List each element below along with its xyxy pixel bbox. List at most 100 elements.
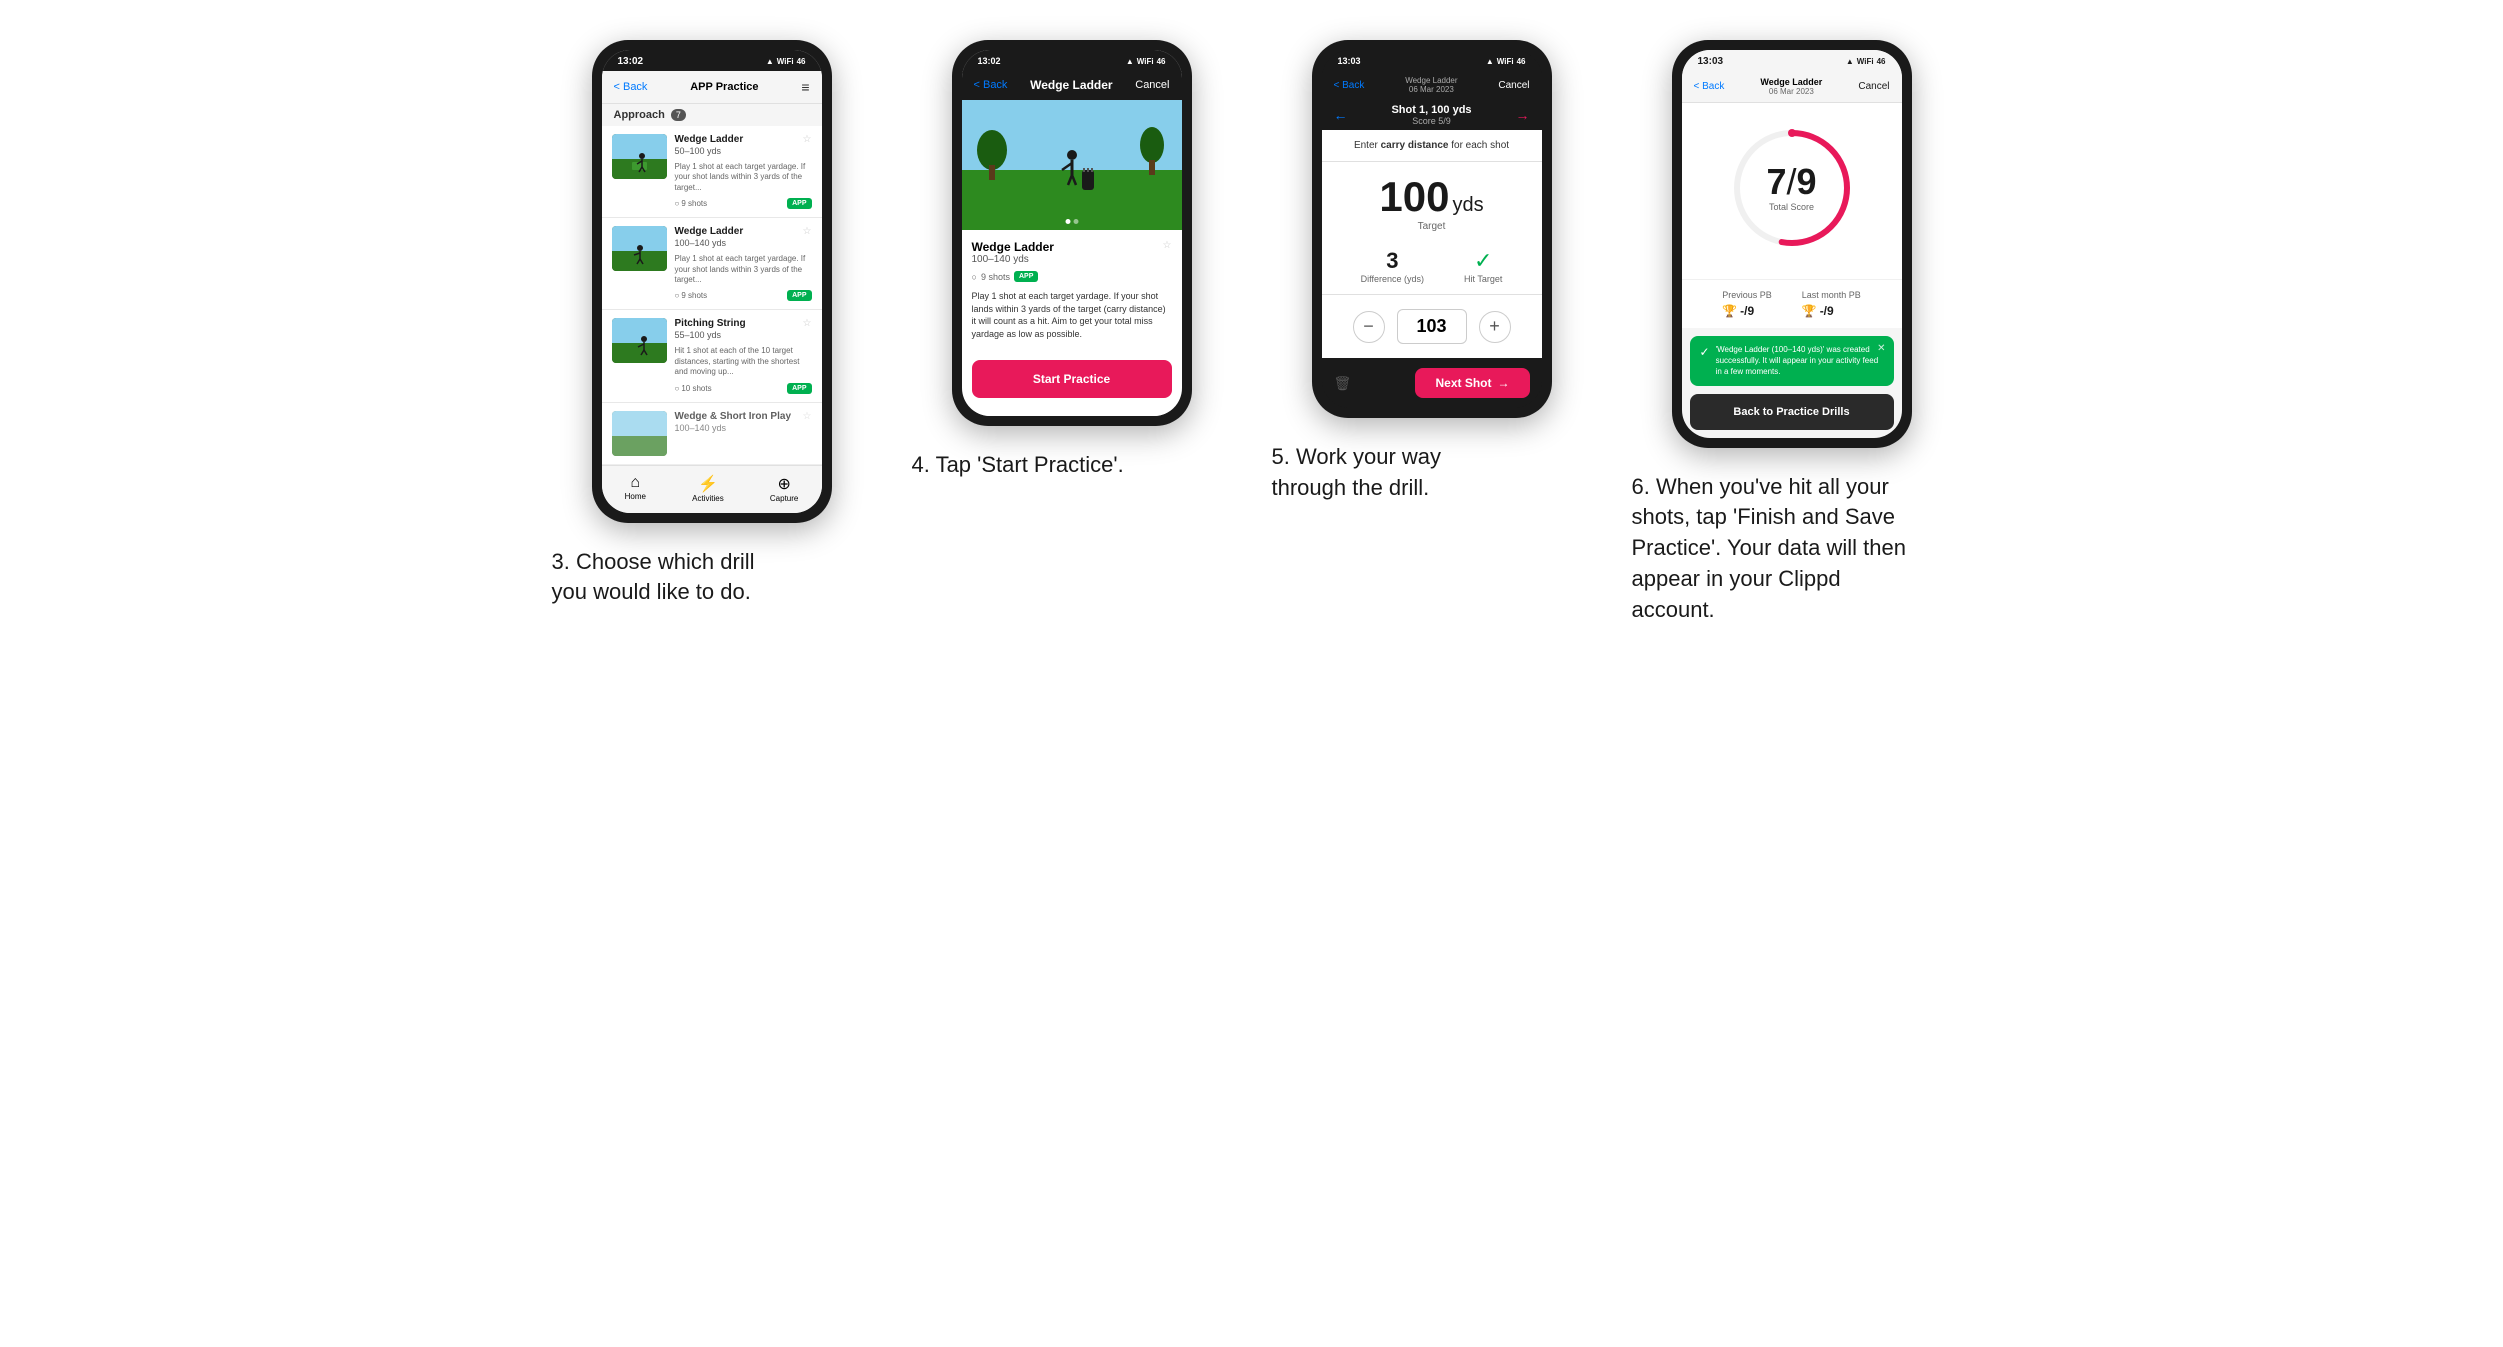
nav-center-3: Wedge Ladder 06 Mar 2023 [1405, 76, 1457, 94]
drill-item-4[interactable]: Wedge & Short Iron Play 100–140 yds ☆ [602, 403, 822, 465]
star-icon-2[interactable]: ☆ [803, 226, 812, 237]
drill-nav-title-4: Wedge Ladder [1760, 77, 1822, 87]
star-icon-1[interactable]: ☆ [803, 134, 812, 145]
drill-range-1: 50–100 yds [675, 146, 744, 156]
drill-nav-date-4: 06 Mar 2023 [1760, 87, 1822, 96]
pb-row: Previous PB 🏆 -/9 Last month PB 🏆 -/9 [1682, 279, 1902, 328]
drill-info-4: Wedge & Short Iron Play 100–140 yds ☆ [675, 411, 812, 439]
drill-info-3: Pitching String 55–100 yds ☆ Hit 1 shot … [675, 318, 812, 393]
next-shot-bar: 🗑 Next Shot → [1322, 358, 1542, 408]
home-label: Home [625, 492, 646, 501]
detail-app-badge: APP [1014, 271, 1038, 282]
drill-title-4: Wedge & Short Iron Play [675, 411, 792, 422]
drill-detail-desc-2: Play 1 shot at each target yardage. If y… [972, 290, 1172, 340]
nav-bar-4: < Back Wedge Ladder 06 Mar 2023 Cancel [1682, 71, 1902, 103]
drill-item-1[interactable]: Wedge Ladder 50–100 yds ☆ Play 1 shot at… [602, 126, 822, 218]
drill-title-2: Wedge Ladder [675, 226, 744, 237]
increment-button[interactable]: + [1479, 311, 1511, 343]
last-pb-label: Last month PB [1802, 290, 1861, 300]
next-shot-arrow[interactable]: → [1516, 107, 1530, 123]
status-icons-3: ▲ WiFi 46 [1486, 57, 1526, 66]
drill-item-2[interactable]: Wedge Ladder 100–140 yds ☆ Play 1 shot a… [602, 218, 822, 310]
cancel-button-3[interactable]: Cancel [1498, 80, 1529, 91]
nav-center-4: Wedge Ladder 06 Mar 2023 [1760, 77, 1822, 96]
shots-count-2: ○ 9 shots [675, 291, 708, 300]
phone-screen-1: 13:02 ▲ WiFi 46 < Back APP Practice ≡ [602, 50, 822, 513]
input-row-3: − 103 + [1322, 295, 1542, 358]
prev-shot-arrow[interactable]: ← [1334, 107, 1348, 123]
star-icon-3[interactable]: ☆ [803, 318, 812, 329]
phone-screen-2: 13:02 ▲ WiFi 46 < Back Wedge Ladder Canc… [962, 50, 1182, 416]
star-icon-4[interactable]: ☆ [803, 411, 812, 422]
drill-item-3[interactable]: Pitching String 55–100 yds ☆ Hit 1 shot … [602, 310, 822, 402]
activities-icon: ⚡ [692, 474, 724, 494]
last-month-pb: Last month PB 🏆 -/9 [1802, 290, 1861, 318]
drill-info-1: Wedge Ladder 50–100 yds ☆ Play 1 shot at… [675, 134, 812, 209]
drill-title-1: Wedge Ladder [675, 134, 744, 145]
score-circle: 7/9 Total Score [1727, 123, 1857, 253]
phone-section-1: 13:02 ▲ WiFi 46 < Back APP Practice ≡ [552, 40, 872, 608]
back-button-3[interactable]: < Back [1334, 80, 1365, 91]
status-icons-2: ▲ WiFi 46 [1126, 57, 1166, 66]
carry-instruction-3: Enter carry distance for each shot [1322, 130, 1542, 162]
drill-title-3: Pitching String [675, 318, 746, 329]
score-display-3: Score 5/9 [1391, 116, 1471, 126]
back-button-4[interactable]: < Back [1694, 81, 1725, 92]
diff-label: Difference (yds) [1361, 274, 1424, 284]
stat-difference: 3 Difference (yds) [1361, 248, 1424, 284]
drill-range-3: 55–100 yds [675, 330, 746, 340]
shot-label-3: Shot 1, 100 yds [1391, 104, 1471, 116]
nav-title-1: APP Practice [690, 81, 758, 93]
drill-thumb-1 [612, 134, 667, 179]
status-bar-4: 13:03 ▲ WiFi 46 [1682, 50, 1902, 71]
back-button-2[interactable]: < Back [974, 79, 1008, 91]
drill-meta-1: ○ 9 shots APP [675, 198, 812, 209]
app-badge-2: APP [787, 290, 811, 301]
drill-thumb-4 [612, 411, 667, 456]
drill-image-2 [962, 100, 1182, 230]
drill-detail-content-2: Wedge Ladder 100–140 yds ☆ ○ 9 shots APP… [962, 230, 1182, 350]
caption-4: 6. When you've hit all your shots, tap '… [1632, 472, 1912, 626]
cancel-button-4[interactable]: Cancel [1858, 81, 1889, 92]
cancel-button-2[interactable]: Cancel [1135, 79, 1169, 91]
drill-detail-range-2: 100–140 yds [972, 254, 1054, 265]
start-practice-button[interactable]: Start Practice [972, 360, 1172, 398]
phone-wrapper-3: 13:03 ▲ WiFi 46 < Back Wedge Ladder [1312, 40, 1552, 418]
time-4: 13:03 [1698, 56, 1724, 67]
phone-section-3: 13:03 ▲ WiFi 46 < Back Wedge Ladder [1272, 40, 1592, 504]
score-center: 7/9 Total Score [1766, 164, 1816, 212]
phone-section-4: 13:03 ▲ WiFi 46 < Back Wedge Ladder 06 M… [1632, 40, 1952, 626]
nav-home[interactable]: ⌂ Home [625, 474, 646, 503]
check-icon: ✓ [1700, 344, 1710, 361]
drill-thumb-2 [612, 226, 667, 271]
section-header-1: Approach 7 [602, 104, 822, 126]
back-button-1[interactable]: < Back [614, 81, 648, 93]
phone-wrapper-2: 13:02 ▲ WiFi 46 < Back Wedge Ladder Canc… [952, 40, 1192, 426]
drill-date-3: 06 Mar 2023 [1405, 85, 1457, 94]
star-icon-detail[interactable]: ☆ [1163, 240, 1172, 251]
menu-icon-1[interactable]: ≡ [801, 79, 809, 95]
nav-capture[interactable]: ⊕ Capture [770, 474, 798, 503]
target-yardage-3: 100yds [1332, 176, 1532, 218]
trash-icon[interactable]: 🗑 [1334, 375, 1352, 392]
capture-icon: ⊕ [770, 474, 798, 494]
app-badge-3: APP [787, 383, 811, 394]
nav-activities[interactable]: ⚡ Activities [692, 474, 724, 503]
nav-bar-1: < Back APP Practice ≡ [602, 71, 822, 104]
drill-thumb-3 [612, 318, 667, 363]
drill-range-4: 100–140 yds [675, 423, 792, 433]
drill-meta-2: ○ 9 shots APP [675, 290, 812, 301]
dot-2 [1073, 219, 1078, 224]
status-bar-2: 13:02 ▲ WiFi 46 [962, 50, 1182, 70]
decrement-button[interactable]: − [1353, 311, 1385, 343]
phone-wrapper-4: 13:03 ▲ WiFi 46 < Back Wedge Ladder 06 M… [1672, 40, 1912, 448]
caption-2: 4. Tap 'Start Practice'. [912, 450, 1124, 481]
drill-desc-3: Hit 1 shot at each of the 10 target dist… [675, 346, 812, 377]
next-shot-button[interactable]: Next Shot → [1415, 368, 1529, 398]
back-to-drills-button[interactable]: Back to Practice Drills [1690, 394, 1894, 430]
diff-value: 3 [1361, 248, 1424, 274]
toast-close-icon[interactable]: ✕ [1877, 342, 1885, 356]
distance-input[interactable]: 103 [1397, 309, 1467, 344]
stats-row-3: 3 Difference (yds) ✓ Hit Target [1322, 238, 1542, 295]
trophy-icon-1: 🏆 [1722, 304, 1737, 318]
